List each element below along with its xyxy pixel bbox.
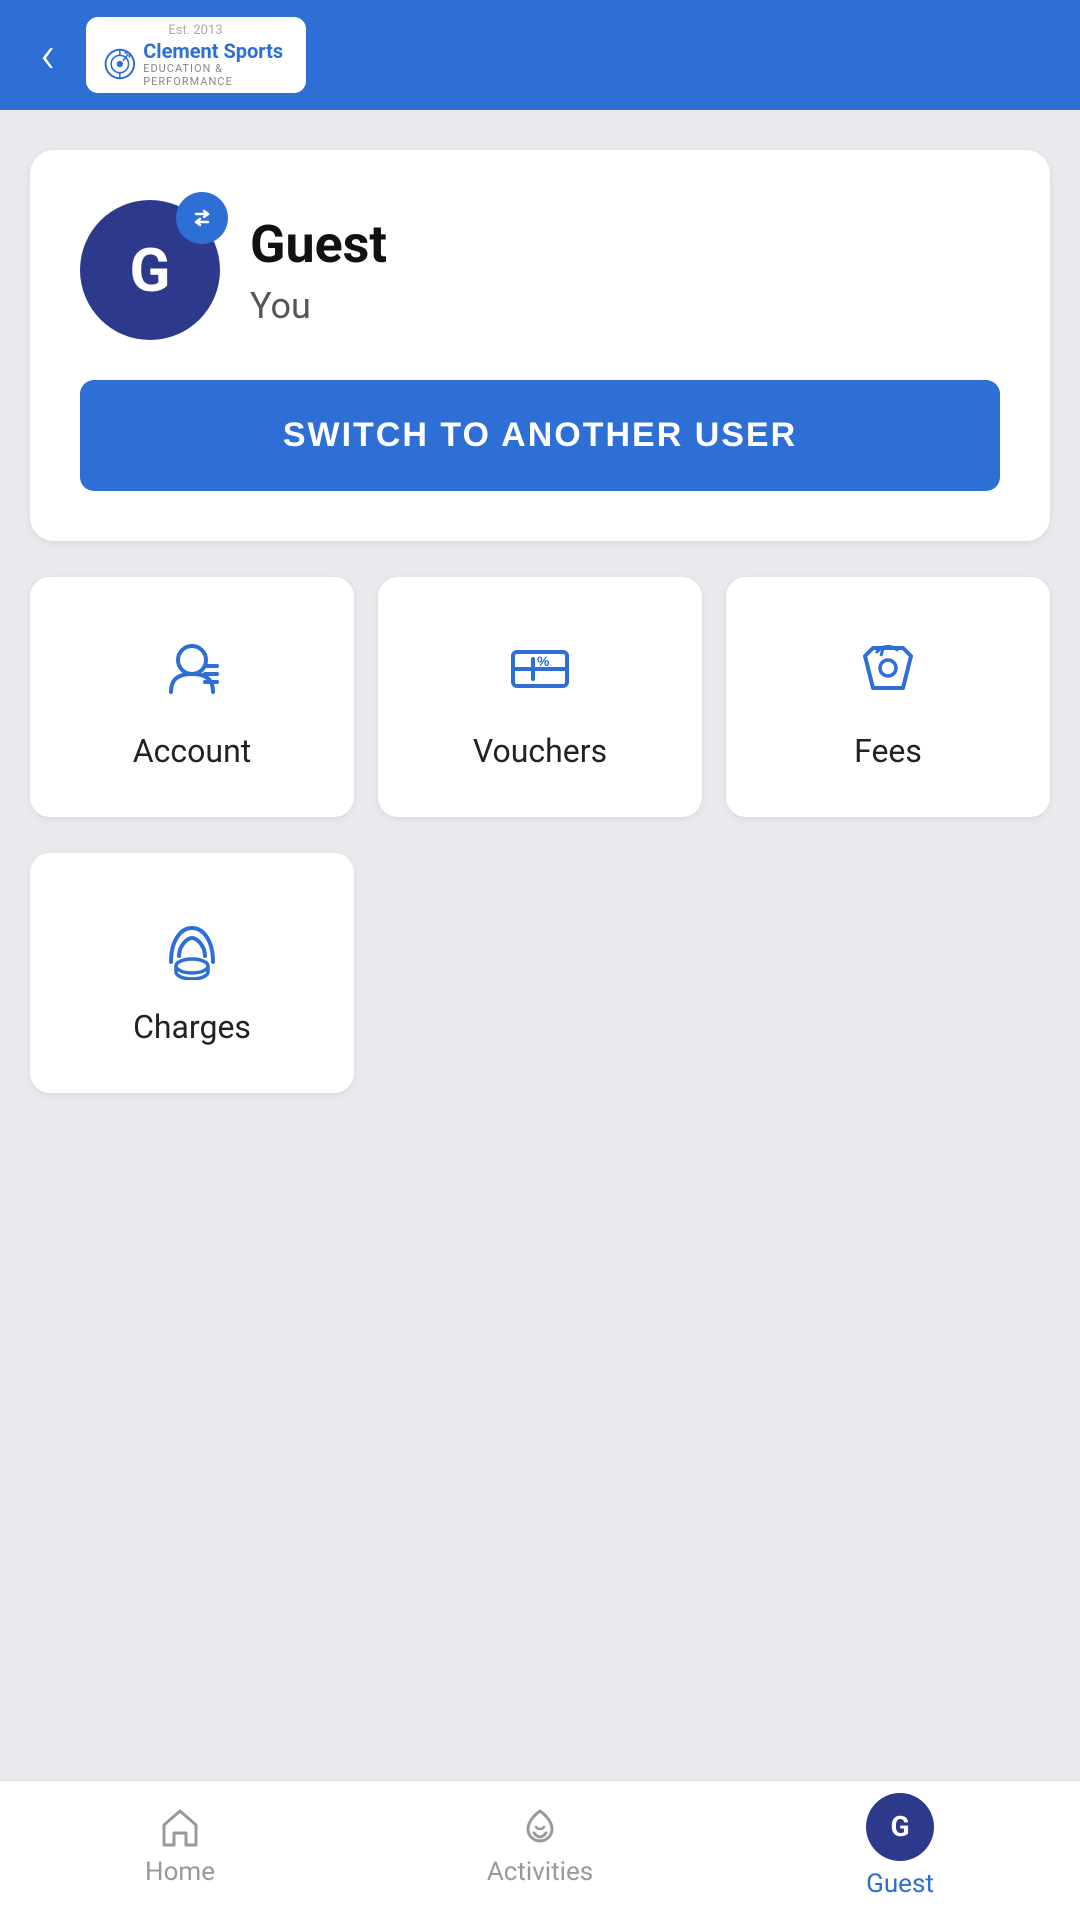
menu-grid-bottom: Charges [30, 853, 1050, 1093]
account-label: Account [133, 732, 251, 770]
avatar-wrapper: G [80, 200, 220, 340]
charges-card[interactable]: Charges [30, 853, 354, 1093]
fees-card[interactable]: Fees [726, 577, 1050, 817]
switch-arrows-icon [188, 204, 216, 232]
vouchers-label: Vouchers [473, 732, 607, 770]
charges-icon [157, 910, 227, 980]
vouchers-card[interactable]: % Vouchers [378, 577, 702, 817]
user-name: Guest [250, 214, 387, 275]
user-card: G Guest You SWITCH TO ANOTHER USER [30, 150, 1050, 541]
back-button[interactable]: ‹ [40, 29, 56, 81]
logo-tagline: EDUCATION & PERFORMANCE [143, 62, 287, 88]
menu-grid-top: Account % Vouchers [30, 577, 1050, 817]
vouchers-icon: % [505, 634, 575, 704]
svg-text:%: % [537, 653, 550, 669]
header: ‹ Est. 2013 Clement Sports EDUCATIO [0, 0, 1080, 110]
charges-label: Charges [133, 1008, 251, 1046]
home-icon [158, 1805, 202, 1849]
activities-icon [518, 1805, 562, 1849]
user-info: G Guest You [80, 200, 1000, 340]
main-content: G Guest You SWITCH TO ANOTHER USER [0, 110, 1080, 1133]
account-card[interactable]: Account [30, 577, 354, 817]
switch-icon-badge [176, 192, 228, 244]
nav-activities[interactable]: Activities [360, 1805, 720, 1887]
activities-nav-label: Activities [487, 1857, 593, 1887]
guest-nav-label: Guest [866, 1869, 934, 1899]
nav-guest[interactable]: G Guest [720, 1793, 1080, 1899]
nav-home[interactable]: Home [0, 1805, 360, 1887]
logo-est: Est. 2013 [104, 23, 288, 38]
home-nav-label: Home [145, 1857, 215, 1887]
fees-label: Fees [854, 732, 922, 770]
logo-name: Clement Sports [143, 40, 287, 62]
logo-icon [104, 45, 136, 83]
user-details: Guest You [250, 214, 387, 327]
bottom-nav: Home Activities G Guest [0, 1780, 1080, 1920]
guest-nav-avatar: G [866, 1793, 934, 1861]
account-icon [157, 634, 227, 704]
user-sub: You [250, 285, 387, 327]
fees-icon [853, 634, 923, 704]
logo: Est. 2013 Clement Sports EDUCATION & PER… [86, 17, 306, 93]
switch-to-another-user-button[interactable]: SWITCH TO ANOTHER USER [80, 380, 1000, 491]
